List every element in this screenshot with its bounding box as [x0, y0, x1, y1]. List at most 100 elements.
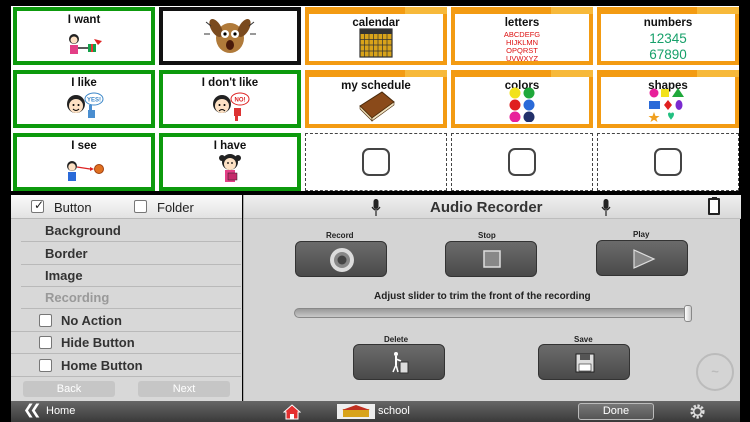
play-icon [633, 249, 656, 269]
girl-with-bag-icon [163, 153, 297, 185]
type-selector: ✓ Button Folder [11, 195, 242, 219]
record-button[interactable] [295, 241, 387, 277]
empty-slot[interactable] [305, 133, 447, 191]
record-icon [330, 248, 354, 272]
shapes-icon [601, 86, 735, 122]
menu-background[interactable]: Background [21, 220, 241, 242]
bubble-text: NO! [235, 98, 246, 104]
book-icon [309, 88, 443, 122]
girl-gift-icon [17, 29, 151, 59]
tile-label: I like [71, 77, 97, 89]
option-hide-button[interactable]: Hide Button [11, 332, 241, 354]
numbers-line: 12345 [649, 31, 687, 46]
trash-icon [392, 352, 409, 374]
folder-tab [697, 70, 739, 77]
empty-slot-box [654, 148, 682, 176]
alphabet-text: ABCDEFG HIJKLMN OPQRST UVWXYZ [455, 31, 589, 63]
check-icon: ✓ [34, 198, 45, 212]
tile-grid: I want calendar letters ABCDEFG HIJKLMN … [11, 6, 739, 191]
folder-calendar[interactable]: calendar [305, 7, 447, 65]
delete-button[interactable] [353, 344, 445, 380]
folder-my-schedule[interactable]: my schedule [305, 70, 447, 128]
folder-tab [697, 7, 739, 14]
menu-label: Image [45, 268, 83, 283]
home-button-checkbox[interactable] [39, 359, 52, 372]
button-checkbox[interactable]: ✓ [31, 198, 45, 213]
menu-border[interactable]: Border [21, 243, 241, 265]
option-no-action[interactable]: No Action [11, 310, 241, 332]
folder-tab [551, 70, 593, 77]
color-dots-icon [455, 86, 589, 122]
folder-letters[interactable]: letters ABCDEFG HIJKLMN OPQRST UVWXYZ [451, 7, 593, 65]
empty-slot[interactable] [597, 133, 739, 191]
empty-slot-box [508, 148, 536, 176]
microphone-icon [601, 199, 611, 216]
tile-surprised-dog[interactable] [159, 7, 301, 65]
next-button[interactable]: Next [138, 381, 230, 397]
app-screen: I want calendar letters ABCDEFG HIJKLMN … [0, 0, 750, 422]
play-button[interactable] [596, 240, 688, 276]
tile-label: I see [71, 140, 97, 152]
option-label: Home Button [61, 358, 143, 373]
button-type-label: Button [54, 200, 92, 215]
folder-checkbox[interactable] [134, 200, 147, 213]
folder-tab [405, 7, 447, 14]
gear-icon[interactable] [689, 403, 706, 420]
tile-label: I have [213, 140, 247, 152]
stop-label: Stop [478, 231, 496, 240]
double-chevron-left-icon[interactable]: ❮❮ [23, 402, 42, 418]
numbers-line: 67890 [649, 47, 687, 62]
microphone-icon [371, 199, 381, 216]
tile-i-like[interactable]: I like YES! [13, 70, 155, 128]
tile-i-have[interactable]: I have [159, 133, 301, 191]
trim-slider[interactable] [294, 305, 692, 322]
alphabet-line: UVWXYZ [505, 54, 539, 63]
hide-button-checkbox[interactable] [39, 336, 52, 349]
save-button[interactable] [538, 344, 630, 380]
menu-label: Recording [45, 290, 110, 305]
play-label: Play [633, 230, 650, 239]
app-logo: ~ [696, 353, 734, 391]
empty-slot-box [362, 148, 390, 176]
recorder-header: Audio Recorder [244, 195, 741, 219]
tile-i-want[interactable]: I want [13, 7, 155, 65]
menu-image[interactable]: Image [21, 265, 241, 287]
empty-slot[interactable] [451, 133, 593, 191]
folder-colors[interactable]: colors [451, 70, 593, 128]
folder-type-label: Folder [157, 200, 194, 215]
folder-tab [405, 70, 447, 77]
boy-sees-ball-icon [17, 157, 151, 185]
clipboard-icon[interactable] [708, 197, 720, 215]
girl-thumbs-up-icon: YES! [17, 90, 151, 122]
folder-label: letters [504, 17, 540, 29]
folder-tab [551, 7, 593, 14]
no-action-checkbox[interactable] [39, 314, 52, 327]
recorder-title: Audio Recorder [430, 199, 543, 216]
folder-label: numbers [643, 17, 693, 29]
folder-numbers[interactable]: numbers 12345 67890 [597, 7, 739, 65]
slider-caption: Adjust slider to trim the front of the r… [374, 291, 591, 302]
girl-thumbs-down-icon: NO! [163, 90, 297, 122]
folder-shapes[interactable]: shapes [597, 70, 739, 128]
option-home-button[interactable]: Home Button [11, 355, 241, 377]
home-breadcrumb[interactable]: Home [46, 405, 75, 417]
tile-i-see[interactable]: I see [13, 133, 155, 191]
menu-label: Border [45, 246, 88, 261]
tile-i-dont-like[interactable]: I don't like NO! [159, 70, 301, 128]
save-label: Save [574, 335, 593, 344]
calendar-icon [309, 27, 443, 59]
record-label: Record [326, 231, 354, 240]
surprised-dog-icon [163, 14, 297, 58]
stop-button[interactable] [445, 241, 537, 277]
house-icon[interactable] [283, 404, 301, 420]
back-button[interactable]: Back [23, 381, 115, 397]
trim-slider-handle[interactable] [684, 305, 692, 322]
option-label: Hide Button [61, 335, 135, 350]
menu-recording[interactable]: Recording [21, 287, 241, 309]
current-board-label: school [378, 405, 410, 417]
button-settings-panel: ✓ Button Folder Background Border Image … [11, 195, 242, 401]
school-thumbnail-icon[interactable] [337, 404, 375, 419]
menu-label: Background [45, 223, 121, 238]
tile-label: I want [67, 14, 101, 26]
done-button[interactable]: Done [578, 403, 654, 420]
